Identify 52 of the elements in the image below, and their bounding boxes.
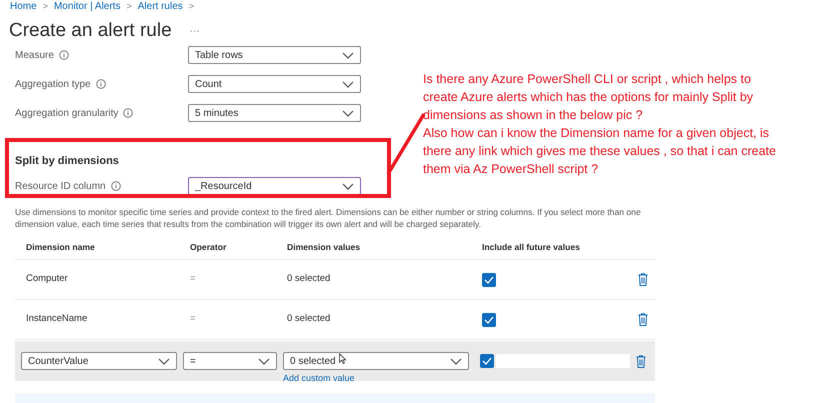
dropdown[interactable]: = <box>183 352 277 370</box>
table-cell-text: 0 selected <box>286 312 332 326</box>
add-custom-value-link[interactable]: Add custom value <box>283 372 355 386</box>
mouse-pointer-icon <box>338 353 347 364</box>
field-label: Resource ID column <box>15 180 106 194</box>
info-icon <box>58 50 69 60</box>
trash-icon[interactable] <box>638 273 648 286</box>
table-cell-text: Computer <box>25 272 69 286</box>
field-label: Measure <box>15 48 54 62</box>
breadcrumb-link[interactable]: Monitor | Alerts <box>54 0 120 14</box>
table-cell-text: 0 selected <box>286 272 332 286</box>
section-heading: Split by dimensions <box>15 154 119 167</box>
dropdown[interactable]: Table rows <box>188 46 361 64</box>
dropdown[interactable]: Count <box>188 75 361 93</box>
info-icon <box>123 108 134 118</box>
annotation-text: Is there any Azure PowerShell CLI or script , which helps to create Azure alerts which has the options for mainly Split by dimensions as shown in the below pic ? <box>423 71 754 124</box>
dropdown[interactable]: CounterValue <box>21 352 177 370</box>
chevron-down-icon <box>342 52 354 58</box>
chevron-down-icon <box>342 110 354 116</box>
column-header: Operator <box>189 241 228 254</box>
checkbox[interactable] <box>480 354 494 368</box>
info-icon <box>96 79 106 89</box>
table-cell-text: = <box>189 312 197 326</box>
page-title: Create an alert rule <box>9 18 172 43</box>
checkbox[interactable] <box>482 272 496 286</box>
dropdown[interactable]: _ResourceId <box>188 177 361 195</box>
dropdown[interactable]: 0 selected <box>283 352 469 370</box>
chevron-down-icon <box>450 358 462 364</box>
breadcrumb-separator: > <box>126 0 132 13</box>
info-icon <box>110 181 121 191</box>
table-cell-text: InstanceName <box>25 312 88 326</box>
breadcrumb-link[interactable]: Home <box>10 0 37 14</box>
trash-icon[interactable] <box>638 313 648 326</box>
field-label: Aggregation type <box>15 78 91 92</box>
table-cell-text: = <box>189 272 197 286</box>
breadcrumb-separator: > <box>188 0 194 13</box>
column-header: Dimension name <box>25 241 96 254</box>
chevron-down-icon <box>158 358 170 364</box>
more-options-button[interactable]: ··· <box>190 24 200 38</box>
breadcrumb-separator: > <box>42 0 48 13</box>
breadcrumb-link[interactable]: Alert rules <box>138 0 183 14</box>
description-text: Use dimensions to monitor specific time series and provide context to the fired alert. Dimensions can be either number or string columns. If you select more than one dimension value, each time series that results from the combination will trigger its own alert and will be charged separately. <box>15 206 642 230</box>
chevron-down-icon <box>342 182 354 190</box>
annotation-text: Also how can i know the Dimension name for a given object, is there any link which gives me these values , so that i can create them via Az PowerShell script ? <box>423 125 777 178</box>
column-header: Include all future values <box>482 241 580 254</box>
checkbox[interactable] <box>482 312 496 326</box>
chevron-down-icon <box>342 80 354 88</box>
chevron-down-icon <box>258 358 270 364</box>
trash-icon[interactable] <box>636 354 646 368</box>
field-label: Aggregation granularity <box>15 106 118 120</box>
dropdown[interactable]: 5 minutes <box>188 104 361 122</box>
column-header: Dimension values <box>286 241 362 254</box>
